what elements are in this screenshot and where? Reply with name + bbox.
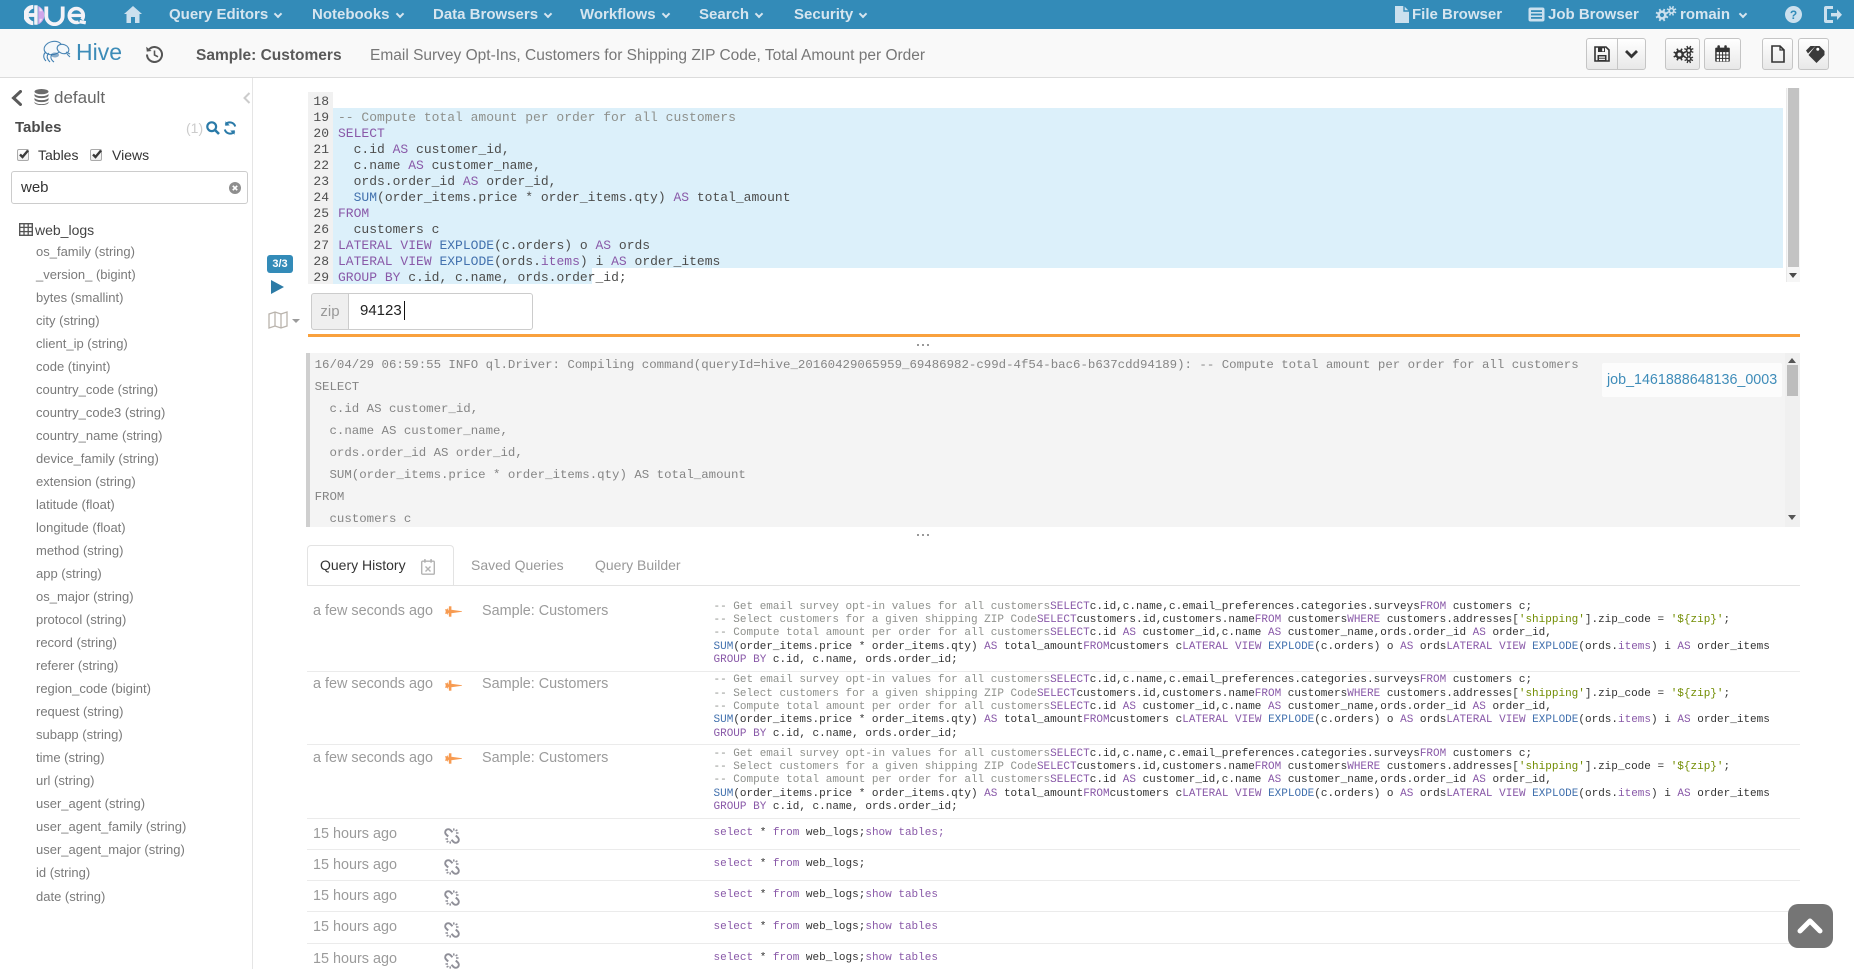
svg-text:?: ?: [1790, 8, 1797, 22]
